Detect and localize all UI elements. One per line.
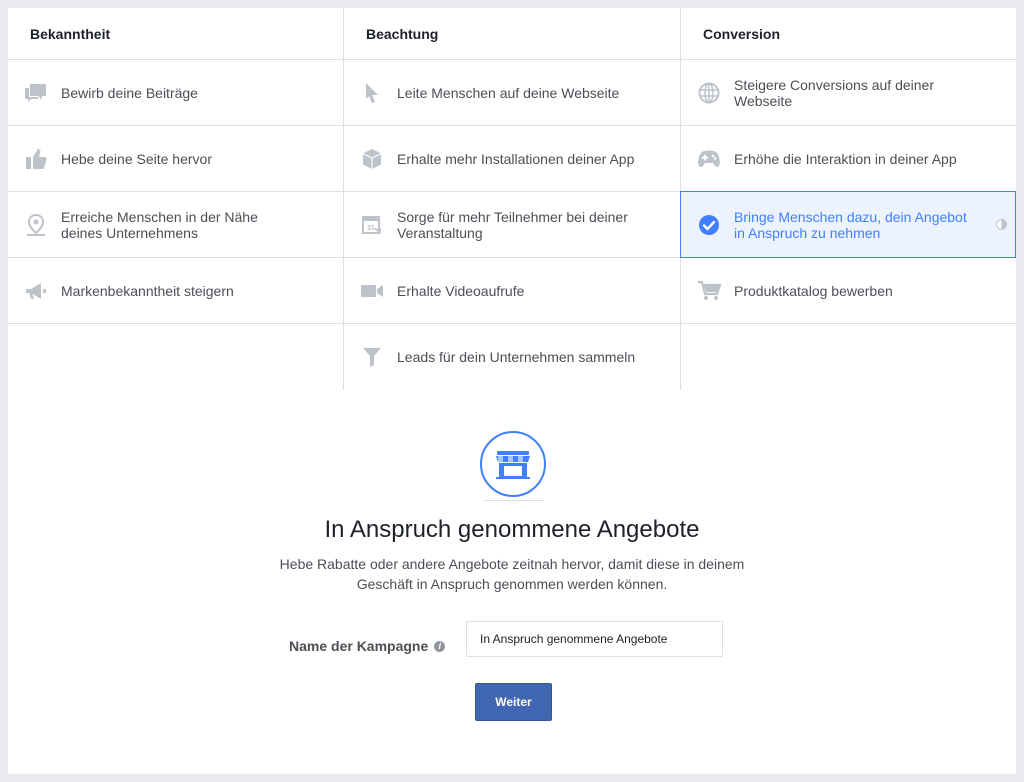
- objective-label: Steigere Conversions auf deiner Webseite: [734, 76, 935, 109]
- column-header-conversion: Conversion: [681, 8, 1016, 60]
- storefront-icon-circle: [480, 431, 546, 497]
- objective-video-views[interactable]: Erhalte Videoaufrufe: [344, 258, 681, 324]
- objective-website-conversions[interactable]: Steigere Conversions auf deiner Webseite: [681, 60, 1016, 126]
- objective-label: Sorge für mehr Teilnehmer bei deiner Ver…: [397, 208, 628, 241]
- location-pin-icon: [24, 213, 48, 237]
- column-header-bekanntheit: Bekanntheit: [8, 8, 344, 60]
- objective-app-engagement[interactable]: Erhöhe die Interaktion in deiner App: [681, 126, 1016, 192]
- objective-label: Bewirb deine Beiträge: [61, 84, 198, 101]
- objective-post-engagement[interactable]: Bewirb deine Beiträge: [8, 60, 344, 126]
- objective-label: Leite Menschen auf deine Webseite: [397, 84, 620, 101]
- storefront-icon: [496, 451, 530, 479]
- info-icon[interactable]: i: [434, 640, 446, 652]
- objective-label: Erhalte mehr Installationen deiner App: [397, 150, 635, 167]
- objective-local-awareness[interactable]: Erreiche Menschen in der Nähe deines Unt…: [8, 192, 344, 258]
- svg-text:31: 31: [367, 225, 375, 232]
- gamepad-icon: [697, 147, 721, 171]
- empty-cell: [8, 324, 344, 390]
- column-header-beachtung: Beachtung: [344, 8, 681, 60]
- speech-bubbles-icon: [24, 81, 48, 105]
- objective-label: Markenbekanntheit steigern: [61, 282, 234, 299]
- objective-label: Produktkatalog bewerben: [734, 282, 893, 299]
- objective-label: Hebe deine Seite hervor: [61, 150, 212, 167]
- check-circle-icon: [697, 213, 721, 237]
- objective-lead-generation[interactable]: Leads für dein Unternehmen sammeln: [344, 324, 681, 390]
- campaign-name-input[interactable]: [466, 621, 723, 657]
- objective-grid: Bekanntheit Beachtung Conversion Bewirb …: [8, 8, 1016, 390]
- campaign-name-label: Name der Kampagne i: [289, 638, 446, 654]
- funnel-icon: [360, 345, 384, 369]
- objective-label: Bringe Menschen dazu, dein Angebot in An…: [734, 208, 967, 241]
- objective-traffic[interactable]: Leite Menschen auf deine Webseite: [344, 60, 681, 126]
- empty-cell: [681, 324, 1016, 390]
- shopping-cart-icon: [697, 279, 721, 303]
- campaign-name-label-text: Name der Kampagne: [289, 638, 429, 654]
- continue-button[interactable]: Weiter: [475, 683, 552, 721]
- objective-offer-claims[interactable]: Bringe Menschen dazu, dein Angebot in An…: [680, 191, 1016, 258]
- icon-divider: [484, 500, 544, 501]
- detail-title: In Anspruch genommene Angebote: [324, 516, 700, 543]
- video-camera-icon: [360, 279, 384, 303]
- objective-app-installs[interactable]: Erhalte mehr Installationen deiner App: [344, 126, 681, 192]
- objective-label: Erreiche Menschen in der Nähe deines Unt…: [61, 208, 258, 241]
- objective-card: Bekanntheit Beachtung Conversion Bewirb …: [8, 8, 1016, 774]
- thumbs-up-icon: [24, 147, 48, 171]
- cursor-icon: [360, 81, 384, 105]
- megaphone-icon: [24, 279, 48, 303]
- calendar-icon: 31: [360, 213, 384, 237]
- half-circle-icon: [996, 218, 1007, 230]
- box-icon: [360, 147, 384, 171]
- objective-label: Erhalte Videoaufrufe: [397, 282, 525, 299]
- objective-page-likes[interactable]: Hebe deine Seite hervor: [8, 126, 344, 192]
- objective-brand-awareness[interactable]: Markenbekanntheit steigern: [8, 258, 344, 324]
- objective-label: Leads für dein Unternehmen sammeln: [397, 349, 636, 365]
- detail-description: Hebe Rabatte oder andere Angebote zeitna…: [279, 556, 745, 592]
- globe-icon: [697, 81, 721, 105]
- objective-product-catalog[interactable]: Produktkatalog bewerben: [681, 258, 1016, 324]
- objective-event-responses[interactable]: 31 Sorge für mehr Teilnehmer bei deiner …: [344, 192, 681, 258]
- objective-label: Erhöhe die Interaktion in deiner App: [734, 150, 957, 167]
